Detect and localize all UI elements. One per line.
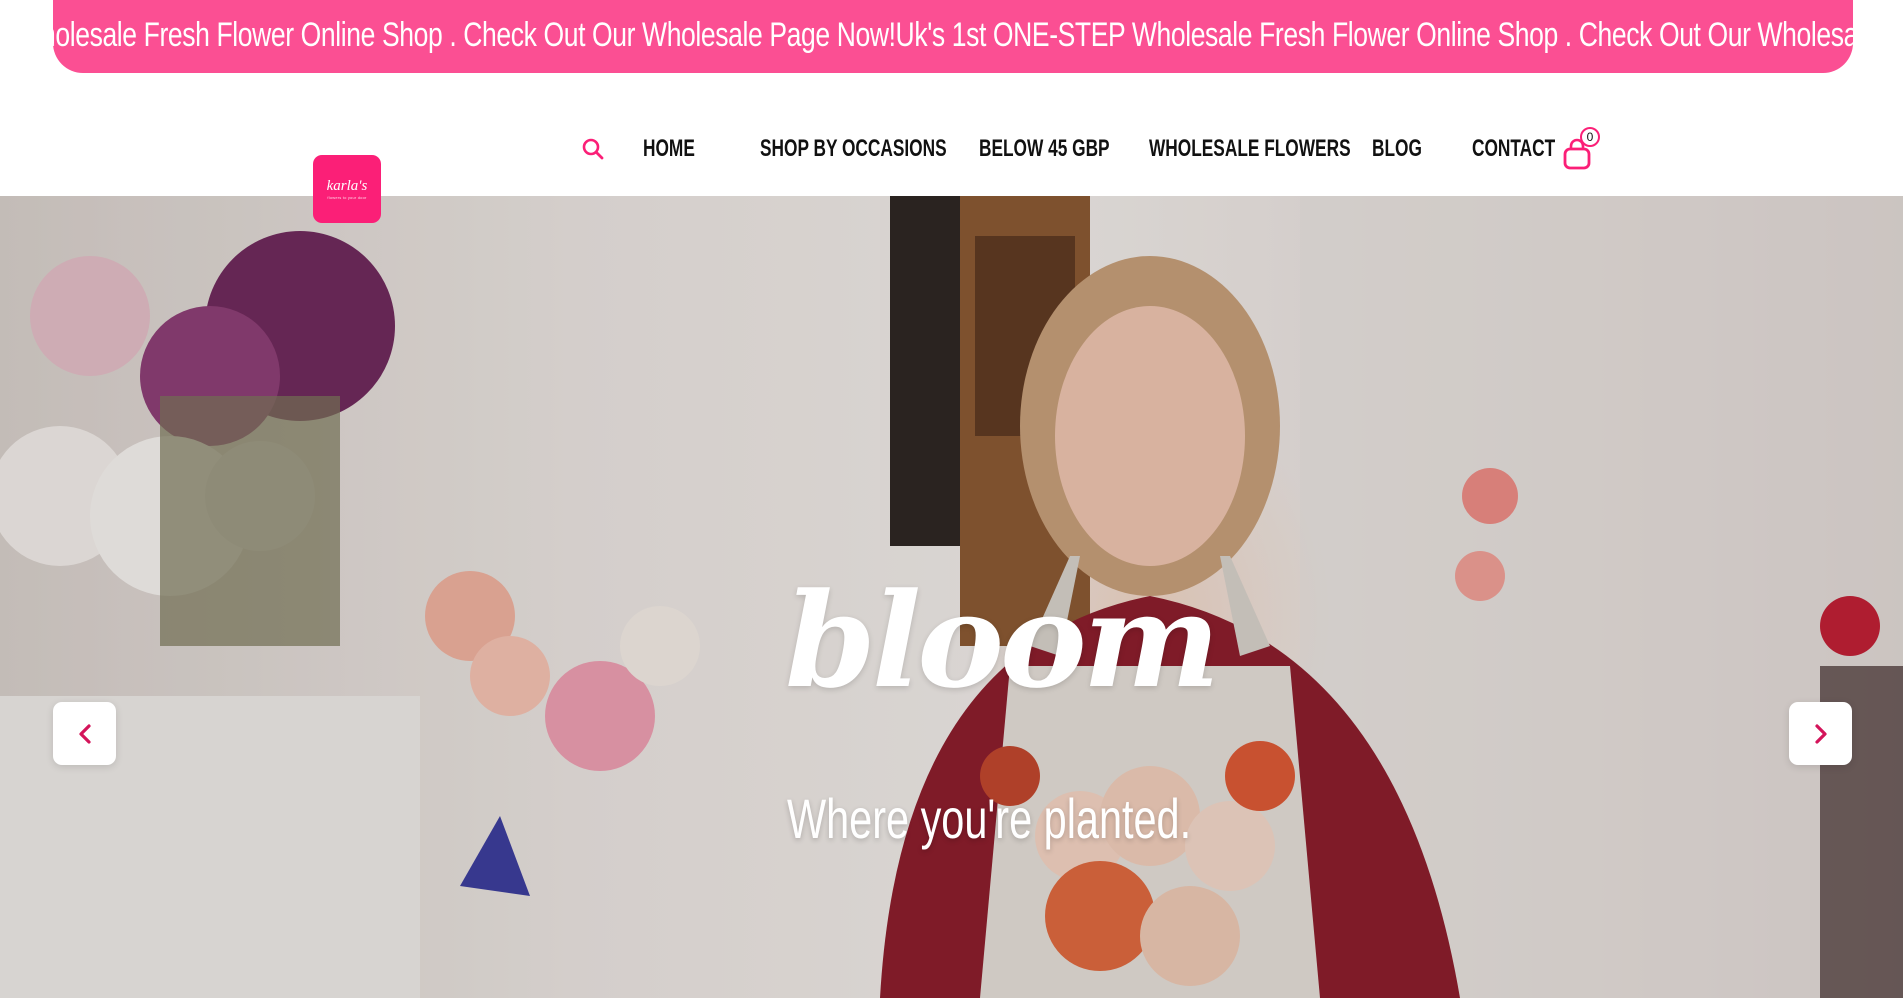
hero-subtitle: Where you're planted. — [787, 787, 1192, 850]
hero-slider: bloom Where you're planted. — [0, 196, 1903, 998]
announcement-bar[interactable]: holesale Fresh Flower Online Shop . Chec… — [53, 0, 1853, 73]
cart-count-badge: 0 — [1580, 127, 1600, 147]
hero-title: bloom — [785, 564, 1220, 717]
chevron-left-icon — [78, 723, 91, 744]
chevron-right-icon — [1814, 723, 1827, 744]
logo-mark: karla's — [326, 177, 368, 194]
logo-tagline: flowers to your door — [327, 194, 367, 200]
nav-wholesale-flowers[interactable]: WHOLESALE FLOWERS — [1149, 133, 1351, 165]
nav-contact[interactable]: CONTACT — [1472, 133, 1555, 165]
site-header: HOME SHOP BY OCCASIONS BELOW 45 GBP WHOL… — [0, 73, 1903, 196]
slider-prev-button[interactable] — [53, 702, 116, 765]
search-icon[interactable] — [577, 133, 609, 165]
nav-below-45-gbp[interactable]: BELOW 45 GBP — [979, 133, 1110, 165]
site-logo[interactable]: karla's flowers to your door — [313, 155, 381, 223]
main-nav: HOME SHOP BY OCCASIONS BELOW 45 GBP WHOL… — [577, 133, 1555, 165]
nav-shop-by-occasions[interactable]: SHOP BY OCCASIONS — [760, 133, 947, 165]
cart-button[interactable]: 0 — [1560, 127, 1600, 171]
slider-next-button[interactable] — [1789, 702, 1852, 765]
announcement-text[interactable]: holesale Fresh Flower Online Shop . Chec… — [53, 0, 1853, 73]
nav-home[interactable]: HOME — [643, 133, 695, 165]
nav-blog[interactable]: BLOG — [1372, 133, 1422, 165]
